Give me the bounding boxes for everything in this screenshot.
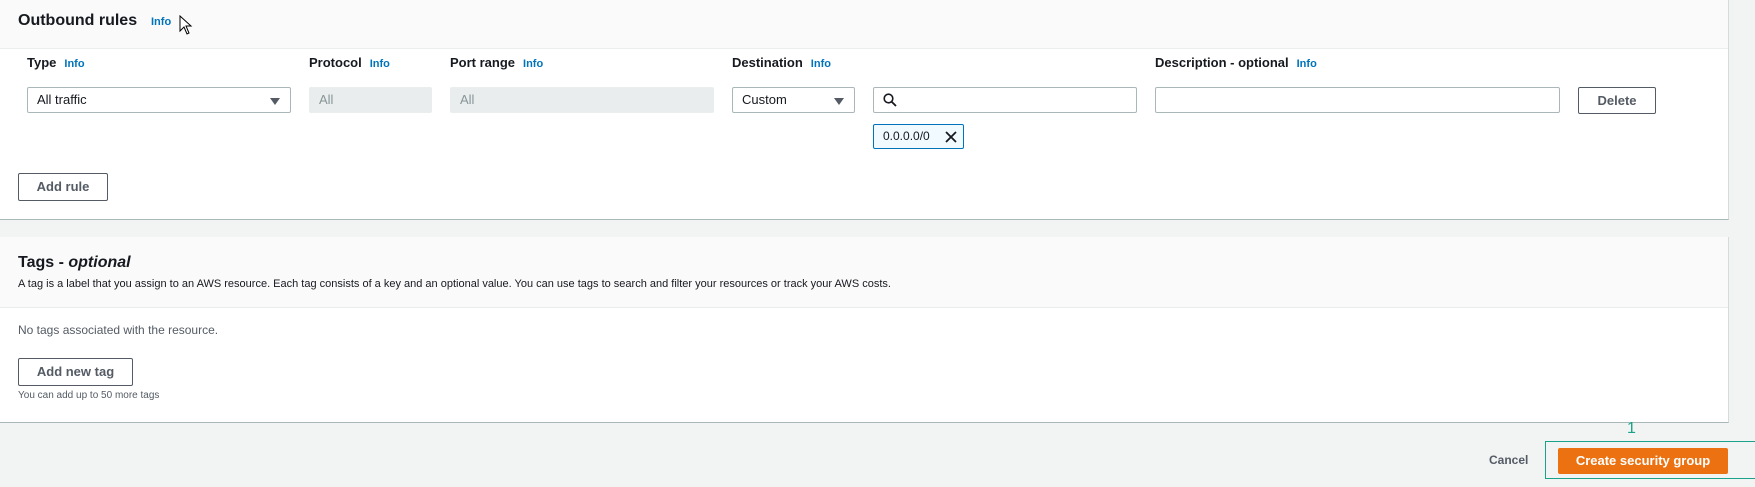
outbound-rules-info-link[interactable]: Info: [151, 16, 171, 28]
port-range-field: All: [450, 87, 714, 113]
description-info-link[interactable]: Info: [1297, 58, 1317, 70]
add-rule-button[interactable]: Add rule: [18, 173, 108, 201]
type-label-text: Type: [27, 55, 57, 70]
type-column-label: Type Info: [27, 55, 85, 70]
protocol-column-label: Protocol Info: [309, 55, 390, 70]
port-range-label-text: Port range: [450, 55, 516, 70]
outbound-rules-title: Outbound rules: [18, 12, 138, 29]
destination-label-text: Destination: [732, 55, 803, 70]
destination-search-input[interactable]: [873, 87, 1137, 113]
cancel-button[interactable]: Cancel: [1489, 453, 1528, 467]
destination-select[interactable]: Custom: [732, 87, 855, 113]
outbound-rules-panel: Outbound rules Info Type Info Protocol Inf…: [0, 0, 1729, 220]
destination-info-link[interactable]: Info: [811, 58, 831, 70]
tags-title-optional: optional: [68, 254, 131, 271]
delete-rule-button[interactable]: Delete: [1578, 87, 1656, 114]
tags-description: A tag is a label that you assign to an A…: [18, 278, 891, 290]
add-new-tag-button[interactable]: Add new tag: [18, 358, 133, 386]
close-icon[interactable]: [943, 129, 959, 145]
tags-header: Tags - optional A tag is a label that yo…: [0, 237, 1728, 308]
description-label-text: Description - optional: [1155, 55, 1289, 70]
description-input[interactable]: [1155, 87, 1560, 113]
port-range-info-link[interactable]: Info: [523, 58, 543, 70]
description-column-label: Description - optional Info: [1155, 55, 1317, 70]
type-select[interactable]: All traffic: [27, 87, 291, 113]
protocol-info-link[interactable]: Info: [370, 58, 390, 70]
protocol-field: All: [309, 87, 432, 113]
type-select-value: All traffic: [37, 92, 87, 107]
destination-token-text: 0.0.0.0/0: [883, 129, 930, 143]
tags-title: Tags - optional: [18, 254, 131, 272]
destination-token: 0.0.0.0/0: [873, 124, 964, 149]
no-tags-text: No tags associated with the resource.: [18, 323, 219, 337]
tags-title-prefix: Tags -: [18, 254, 69, 271]
destination-select-value: Custom: [742, 92, 787, 107]
search-icon: [883, 93, 897, 107]
outbound-rules-header: Outbound rules Info: [0, 0, 1728, 49]
tags-panel: Tags - optional A tag is a label that yo…: [0, 237, 1729, 423]
mouse-cursor-icon: [179, 15, 193, 35]
caret-down-icon: [834, 98, 844, 105]
annotation-number: 1: [1627, 420, 1636, 437]
tags-hint: You can add up to 50 more tags: [18, 390, 160, 401]
create-security-group-button[interactable]: Create security group: [1558, 448, 1728, 474]
type-info-link[interactable]: Info: [64, 58, 84, 70]
port-range-column-label: Port range Info: [450, 55, 543, 70]
caret-down-icon: [270, 98, 280, 105]
destination-column-label: Destination Info: [732, 55, 831, 70]
protocol-label-text: Protocol: [309, 55, 362, 70]
